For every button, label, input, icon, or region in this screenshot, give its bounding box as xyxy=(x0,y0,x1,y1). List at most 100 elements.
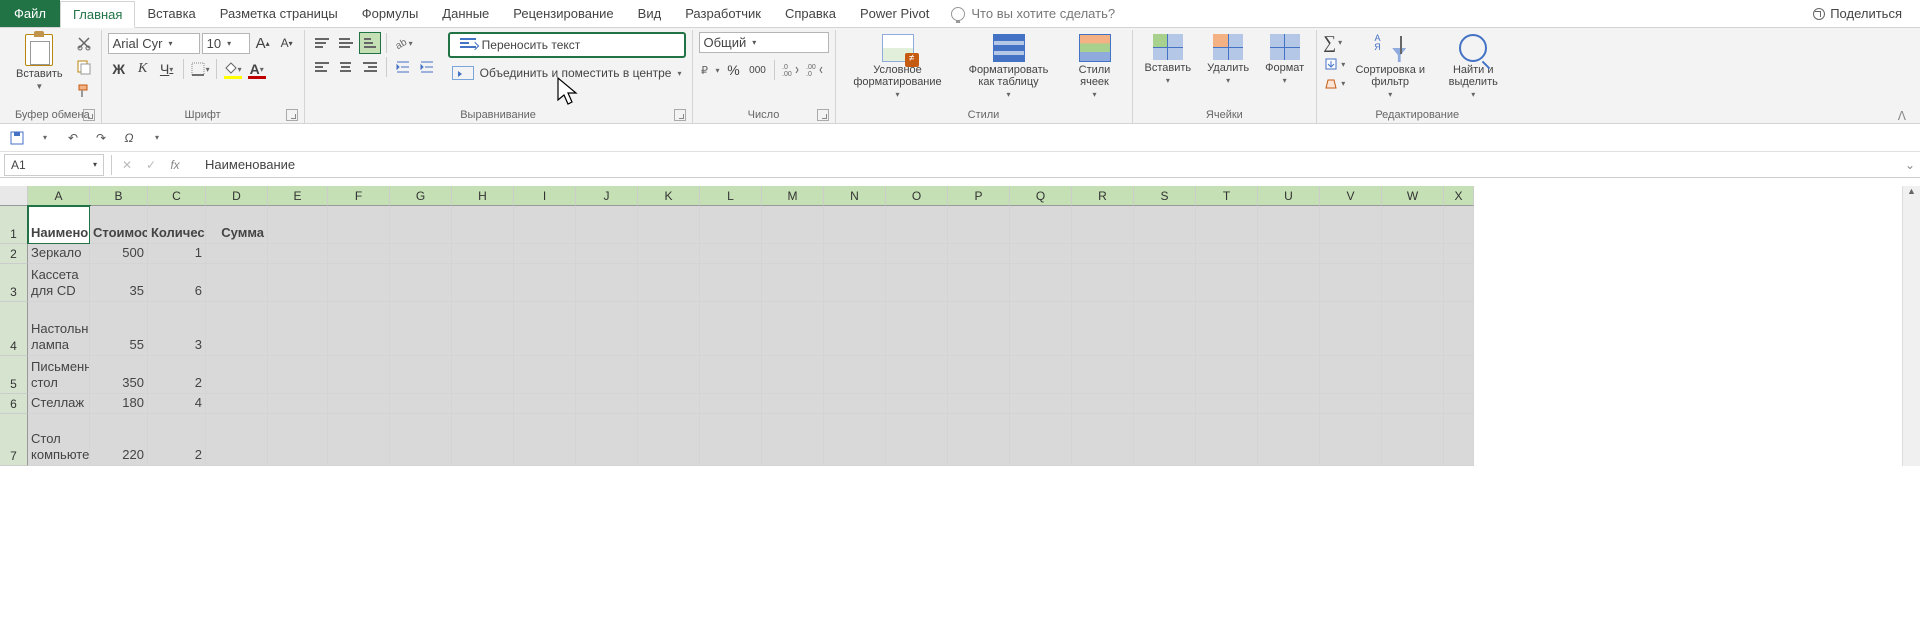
cell-H2[interactable] xyxy=(452,244,514,264)
font-size-combo[interactable]: 10▾ xyxy=(202,33,250,54)
column-header-A[interactable]: A xyxy=(28,186,90,206)
cell-A4[interactable]: Настольная лампа xyxy=(28,302,90,356)
cell-N4[interactable] xyxy=(824,302,886,356)
cell-H6[interactable] xyxy=(452,394,514,414)
paste-split-arrow[interactable]: ▼ xyxy=(35,82,43,91)
cell-H7[interactable] xyxy=(452,414,514,466)
cell-N3[interactable] xyxy=(824,264,886,302)
cell-G3[interactable] xyxy=(390,264,452,302)
cell-R2[interactable] xyxy=(1072,244,1134,264)
cell-A3[interactable]: Кассета для CD xyxy=(28,264,90,302)
column-header-U[interactable]: U xyxy=(1258,186,1320,206)
cell-E6[interactable] xyxy=(268,394,328,414)
column-header-T[interactable]: T xyxy=(1196,186,1258,206)
cell-U2[interactable] xyxy=(1258,244,1320,264)
cell-W3[interactable] xyxy=(1382,264,1444,302)
cell-L6[interactable] xyxy=(700,394,762,414)
cell-H1[interactable] xyxy=(452,206,514,244)
row-header-4[interactable]: 4 xyxy=(0,302,28,356)
cell-M7[interactable] xyxy=(762,414,824,466)
cell-N2[interactable] xyxy=(824,244,886,264)
cell-V2[interactable] xyxy=(1320,244,1382,264)
cell-M4[interactable] xyxy=(762,302,824,356)
cell-D2[interactable] xyxy=(206,244,268,264)
decrease-font-button[interactable]: А▾ xyxy=(276,32,298,54)
cell-N6[interactable] xyxy=(824,394,886,414)
cell-O7[interactable] xyxy=(886,414,948,466)
font-launcher[interactable] xyxy=(286,109,298,121)
column-header-D[interactable]: D xyxy=(206,186,268,206)
cell-Q2[interactable] xyxy=(1010,244,1072,264)
cell-V5[interactable] xyxy=(1320,356,1382,394)
number-launcher[interactable] xyxy=(817,109,829,121)
row-header-1[interactable]: 1 xyxy=(0,206,28,244)
cell-P1[interactable] xyxy=(948,206,1010,244)
cell-O3[interactable] xyxy=(886,264,948,302)
cell-R5[interactable] xyxy=(1072,356,1134,394)
cell-B7[interactable]: 220 xyxy=(90,414,148,466)
cell-K3[interactable] xyxy=(638,264,700,302)
cell-E7[interactable] xyxy=(268,414,328,466)
cell-O2[interactable] xyxy=(886,244,948,264)
qat-function-button[interactable]: Ω xyxy=(120,129,138,147)
align-right-button[interactable] xyxy=(359,56,381,78)
cell-X6[interactable] xyxy=(1444,394,1474,414)
cell-I6[interactable] xyxy=(514,394,576,414)
cell-U7[interactable] xyxy=(1258,414,1320,466)
accounting-format-button[interactable]: ₽▾ xyxy=(699,59,721,81)
cell-P5[interactable] xyxy=(948,356,1010,394)
cell-L1[interactable] xyxy=(700,206,762,244)
cell-T3[interactable] xyxy=(1196,264,1258,302)
cell-R6[interactable] xyxy=(1072,394,1134,414)
cell-F4[interactable] xyxy=(328,302,390,356)
cell-T2[interactable] xyxy=(1196,244,1258,264)
cell-J5[interactable] xyxy=(576,356,638,394)
name-box[interactable]: A1 ▾ xyxy=(4,154,104,176)
align-top-button[interactable] xyxy=(311,32,333,54)
tab-developer[interactable]: Разработчик xyxy=(673,0,773,27)
cell-W5[interactable] xyxy=(1382,356,1444,394)
underline-button[interactable]: Ч▾ xyxy=(156,58,178,80)
collapse-ribbon-button[interactable]: ᐱ xyxy=(1888,109,1916,123)
cell-M6[interactable] xyxy=(762,394,824,414)
tab-file[interactable]: Файл xyxy=(0,0,60,27)
tab-data[interactable]: Данные xyxy=(430,0,501,27)
qat-save-button[interactable] xyxy=(8,129,26,147)
cell-J1[interactable] xyxy=(576,206,638,244)
increase-font-button[interactable]: А▴ xyxy=(252,32,274,54)
column-header-V[interactable]: V xyxy=(1320,186,1382,206)
tell-me-search[interactable]: Что вы хотите сделать? xyxy=(951,6,1115,21)
cell-D5[interactable] xyxy=(206,356,268,394)
column-header-K[interactable]: K xyxy=(638,186,700,206)
copy-button[interactable] xyxy=(73,56,95,78)
cell-J6[interactable] xyxy=(576,394,638,414)
cell-D7[interactable] xyxy=(206,414,268,466)
column-header-W[interactable]: W xyxy=(1382,186,1444,206)
cell-A6[interactable]: Стеллаж xyxy=(28,394,90,414)
qat-redo-button[interactable]: ↷ xyxy=(92,129,110,147)
share-button[interactable]: Поделиться xyxy=(1813,6,1902,21)
cell-C2[interactable]: 1 xyxy=(148,244,206,264)
cell-X3[interactable] xyxy=(1444,264,1474,302)
row-header-5[interactable]: 5 xyxy=(0,356,28,394)
cell-I1[interactable] xyxy=(514,206,576,244)
cell-S1[interactable] xyxy=(1134,206,1196,244)
sort-filter-button[interactable]: Сортировка и фильтр▾ xyxy=(1349,32,1431,101)
insert-cells-button[interactable]: Вставить▾ xyxy=(1139,32,1198,87)
font-name-combo[interactable]: Arial Cyr▾ xyxy=(108,33,200,54)
align-center-button[interactable] xyxy=(335,56,357,78)
cell-B3[interactable]: 35 xyxy=(90,264,148,302)
cell-A2[interactable]: Зеркало xyxy=(28,244,90,264)
cell-O6[interactable] xyxy=(886,394,948,414)
cell-I7[interactable] xyxy=(514,414,576,466)
cell-P6[interactable] xyxy=(948,394,1010,414)
tab-help[interactable]: Справка xyxy=(773,0,848,27)
tab-view[interactable]: Вид xyxy=(626,0,674,27)
cell-G6[interactable] xyxy=(390,394,452,414)
cell-B4[interactable]: 55 xyxy=(90,302,148,356)
cell-T4[interactable] xyxy=(1196,302,1258,356)
cell-C6[interactable]: 4 xyxy=(148,394,206,414)
cell-styles-button[interactable]: Стили ячеек▾ xyxy=(1064,32,1126,101)
cell-E4[interactable] xyxy=(268,302,328,356)
cell-F1[interactable] xyxy=(328,206,390,244)
